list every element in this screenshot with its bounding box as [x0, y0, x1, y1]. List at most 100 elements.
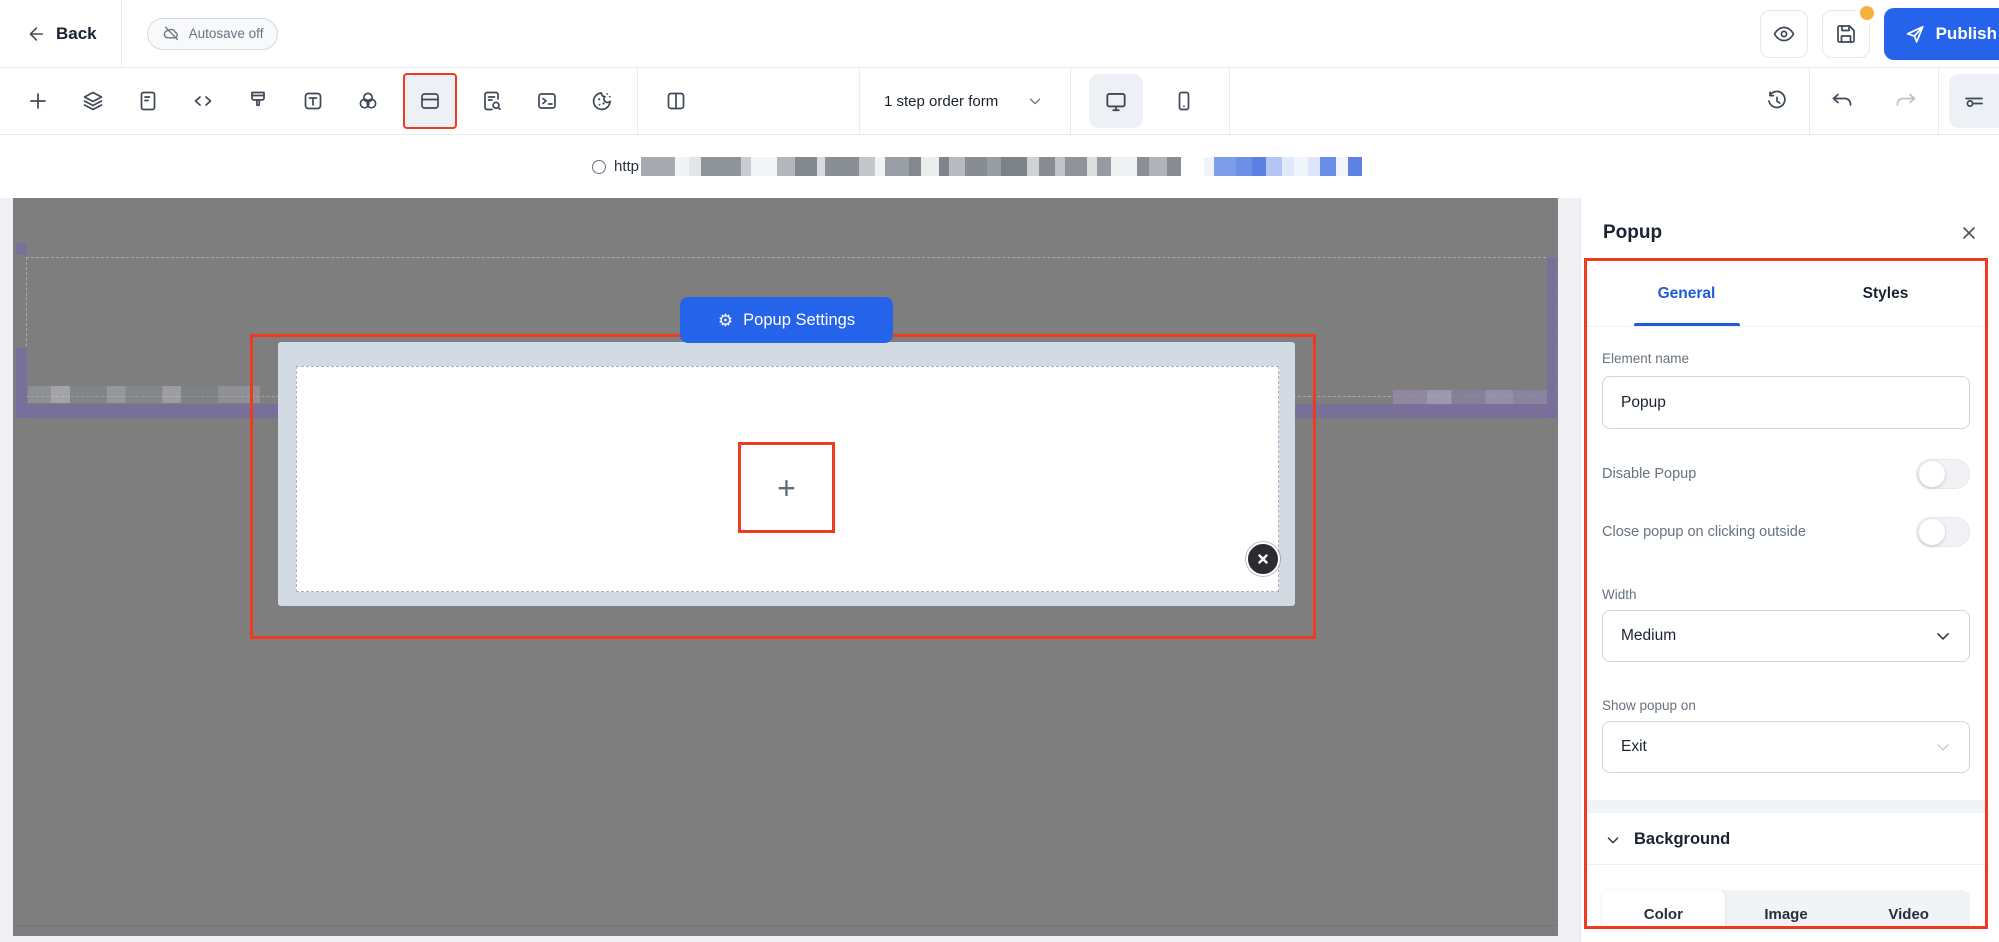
- bg-tab-video[interactable]: Video: [1847, 890, 1970, 926]
- bg-tab-color[interactable]: Color: [1602, 890, 1725, 926]
- background-section-header[interactable]: Background: [1602, 813, 1970, 864]
- element-name-label: Element name: [1602, 351, 1690, 366]
- panel-close-icon[interactable]: [1959, 223, 1979, 243]
- typography-button[interactable]: [293, 81, 333, 121]
- width-select[interactable]: Medium: [1602, 610, 1970, 662]
- code-icon: [194, 96, 212, 106]
- cookie-icon: [592, 92, 611, 111]
- close-outside-label: Close popup on clicking outside: [1602, 524, 1806, 540]
- popup-settings-label: Popup Settings: [743, 310, 856, 329]
- dimmed-section-edge: [16, 925, 1557, 926]
- desktop-icon: [1106, 93, 1126, 112]
- desktop-view-button[interactable]: [1089, 74, 1144, 128]
- publish-button[interactable]: Publish: [1883, 7, 1999, 60]
- page-icon: [140, 91, 156, 111]
- layers-icon: [83, 91, 103, 111]
- width-value: Medium: [1621, 627, 1677, 644]
- close-icon: [1258, 554, 1268, 564]
- bg-tab-image[interactable]: Image: [1725, 890, 1848, 926]
- disable-popup-toggle[interactable]: [1916, 459, 1970, 489]
- text-icon: [304, 92, 322, 110]
- autosave-label: Autosave off: [188, 26, 264, 41]
- add-element-button[interactable]: [18, 81, 58, 121]
- dimmed-purple-element: [16, 243, 27, 255]
- close-outside-toggle[interactable]: [1916, 517, 1970, 547]
- paintbrush-icon: [251, 91, 265, 107]
- undo-button[interactable]: [1820, 79, 1864, 123]
- divider: [1587, 864, 1985, 865]
- toggle-knob: [1919, 461, 1945, 487]
- dimmed-blurred-content: [28, 386, 260, 403]
- mobile-icon: [1178, 91, 1190, 111]
- popup-close-button[interactable]: [1246, 542, 1280, 576]
- arrow-left-icon: [29, 26, 44, 41]
- gear-icon: ⚙: [717, 310, 734, 330]
- popup-settings-button[interactable]: ⚙ Popup Settings: [680, 297, 893, 343]
- chevron-down-icon: [1607, 836, 1619, 843]
- panel-tabs: General Styles: [1587, 261, 1985, 327]
- back-button[interactable]: Back: [24, 23, 97, 45]
- page-selector-label: 1 step order form: [884, 92, 999, 110]
- redo-icon: [1896, 93, 1916, 106]
- tab-styles[interactable]: Styles: [1786, 261, 1985, 326]
- disable-popup-label: Disable Popup: [1602, 466, 1697, 482]
- add-element-placeholder[interactable]: +: [738, 442, 835, 533]
- tab-general[interactable]: General: [1587, 261, 1786, 326]
- chevron-down-icon: [1030, 98, 1041, 105]
- element-name-input[interactable]: Popup: [1602, 376, 1970, 429]
- save-icon: [1836, 24, 1855, 43]
- url-redacted-link: [1204, 157, 1363, 176]
- publish-label: Publish: [1935, 23, 1997, 43]
- url-bar: http: [0, 135, 1999, 198]
- autosave-badge[interactable]: Autosave off: [146, 17, 279, 50]
- builder-toolbar: 1 step order form: [0, 68, 1999, 135]
- terminal-icon: [538, 93, 556, 109]
- history-button[interactable]: [1755, 79, 1799, 123]
- show-popup-value: Exit: [1621, 738, 1647, 755]
- styles-brush-button[interactable]: [238, 81, 278, 121]
- popup-tool-button-highlighted[interactable]: [403, 73, 457, 129]
- popup-settings-panel: Popup General Styles Element name Popup …: [1580, 198, 1999, 942]
- url-protocol: http: [614, 158, 640, 175]
- redo-button[interactable]: [1884, 79, 1928, 123]
- show-popup-select[interactable]: Exit: [1602, 721, 1970, 773]
- page-selector-dropdown[interactable]: 1 step order form: [860, 92, 1070, 110]
- preview-button[interactable]: [1759, 9, 1808, 58]
- columns-icon: [667, 92, 685, 110]
- send-icon: [1906, 25, 1924, 43]
- element-settings-button[interactable]: [1949, 74, 1999, 128]
- console-button[interactable]: [527, 81, 567, 121]
- eye-icon: [1773, 26, 1794, 41]
- back-label: Back: [56, 23, 97, 43]
- divider: [1229, 68, 1231, 134]
- sliders-icon: [1965, 97, 1983, 107]
- divider: [637, 68, 638, 134]
- mobile-view-button[interactable]: [1157, 74, 1211, 128]
- popup-icon: [421, 93, 439, 109]
- divider: [1938, 68, 1939, 134]
- url-radio-icon[interactable]: [592, 159, 606, 174]
- page-structure-button[interactable]: [128, 81, 168, 121]
- page-search-icon: [484, 91, 501, 111]
- theme-colors-button[interactable]: [348, 81, 388, 121]
- custom-code-button[interactable]: [183, 81, 223, 121]
- layers-button[interactable]: [73, 81, 113, 121]
- canvas-overlay[interactable]: + ⚙ Popup Settings: [13, 198, 1558, 936]
- panel-selection-outline: General Styles Element name Popup Disabl…: [1584, 258, 1988, 929]
- cloud-off-icon: [163, 26, 178, 41]
- workspace: + ⚙ Popup Settings Popup General Styles …: [0, 198, 1999, 942]
- undo-icon: [1832, 93, 1852, 106]
- columns-button[interactable]: [656, 81, 696, 121]
- canvas-column: + ⚙ Popup Settings: [0, 198, 1580, 942]
- chevron-down-icon: [1937, 633, 1949, 640]
- cookie-settings-button[interactable]: [582, 81, 622, 121]
- width-label: Width: [1602, 587, 1637, 602]
- url-redacted-text: [641, 157, 1182, 176]
- chevron-down-icon: [1937, 744, 1949, 751]
- history-icon: [1768, 90, 1786, 109]
- page-seo-button[interactable]: [472, 81, 512, 121]
- dimmed-blurred-content: [1393, 390, 1547, 405]
- background-type-segment: Color Image Video: [1602, 890, 1970, 926]
- unsaved-changes-dot: [1856, 2, 1877, 23]
- color-circles-icon: [359, 92, 377, 109]
